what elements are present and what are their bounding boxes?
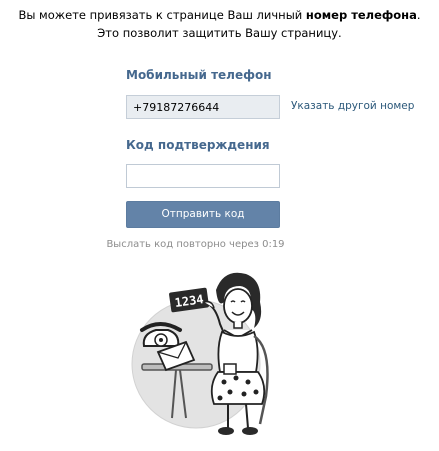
code-label: Код подтверждения xyxy=(126,138,270,152)
intro-line-1-bold: номер телефона xyxy=(305,8,417,22)
handbag xyxy=(223,363,237,375)
phone-lady-illustration: 1234 xyxy=(128,268,278,444)
phone-field[interactable] xyxy=(126,95,280,119)
intro-text: Вы можете привязать к странице Ваш личны… xyxy=(0,6,439,42)
intro-line-2: Это позволит защитить Вашу страницу. xyxy=(97,26,342,40)
phone-lady-illustration-svg: 1234 xyxy=(131,272,269,435)
send-code-button[interactable]: Отправить код xyxy=(126,201,280,228)
intro-line-1-suffix: . xyxy=(416,8,421,22)
phone-label: Мобильный телефон xyxy=(126,68,272,82)
resend-timer-text: Выслать код повторно через 0:19 xyxy=(106,239,285,250)
confirmation-code-input[interactable] xyxy=(126,164,280,188)
change-number-link[interactable]: Указать другой номер xyxy=(291,100,414,112)
face xyxy=(223,288,253,324)
intro-line-1-prefix: Вы можете привязать к странице Ваш личны… xyxy=(18,8,306,22)
intro-line-1: Вы можете привязать к странице Ваш личны… xyxy=(0,6,439,24)
